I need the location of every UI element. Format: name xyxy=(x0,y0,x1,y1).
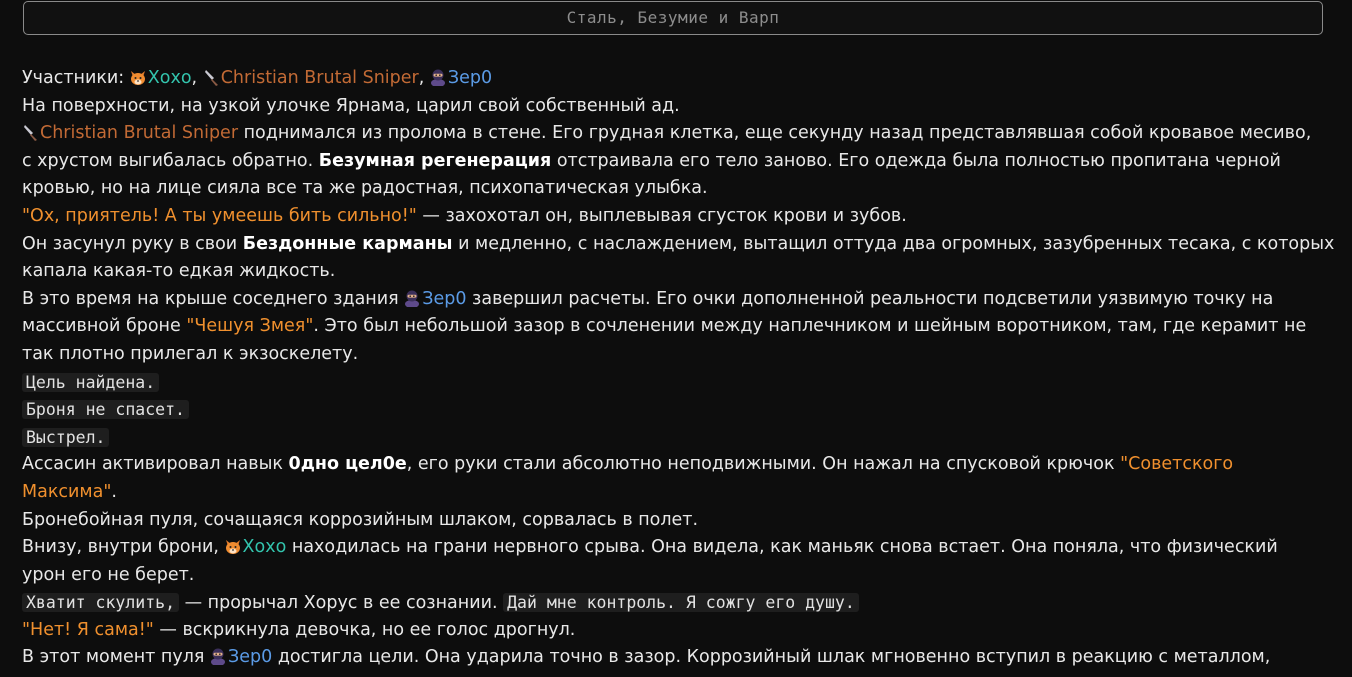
line-text: Он засунул руку в свои xyxy=(22,233,238,254)
paragraph-line: Хватит скулить, — прорычал Хорус в ее со… xyxy=(22,589,1332,617)
paragraph-line: кровью, но на лице сияла все та же радос… xyxy=(22,178,708,199)
ninja-icon xyxy=(430,68,446,86)
character-cbs-mention: Christian Brutal Sniper xyxy=(40,123,239,144)
ninja-icon xyxy=(210,647,226,665)
code-line: Выстрел. xyxy=(22,424,1332,452)
participant-cbs[interactable]: Christian Brutal Sniper xyxy=(203,68,419,88)
code-line: Броня не спасет. xyxy=(22,396,1332,424)
paragraph-line: массивной броне "Чешуя Змея". Это был не… xyxy=(22,313,1332,341)
paragraph-line: Максима". xyxy=(22,479,1332,507)
paragraph-line: Christian Brutal Sniper поднимался из пр… xyxy=(22,120,1332,148)
line-text: завершил расчеты. Его очки дополненной р… xyxy=(472,288,1274,309)
line-text: — вскрикнула девочка, но ее голос дрогну… xyxy=(159,619,576,640)
skill-name: 0дно цел0е xyxy=(288,454,407,475)
skill-name: Безумная регенерация xyxy=(318,150,552,171)
line-text: — захохотал он, выплевывая сгусток крови… xyxy=(422,205,907,226)
participant-zero[interactable]: Зер0 xyxy=(430,68,492,88)
item-name: Максима" xyxy=(22,481,112,502)
line-text: Ассасин активировал навык xyxy=(22,454,283,475)
line-text: находилась на грани нервного срыва. Она … xyxy=(291,537,1278,558)
line-text: массивной броне xyxy=(22,316,181,337)
paragraph-line: с хрустом выгибалась обратно. Безумная р… xyxy=(22,148,1332,176)
item-name: "Советского xyxy=(1120,454,1234,475)
line-text: с хрустом выгибалась обратно. xyxy=(22,150,314,171)
paragraph-line: В это время на крыше соседнего здания Зе… xyxy=(22,286,1332,314)
dialogue-quote: "Нет! Я сама!" xyxy=(22,619,154,640)
character-zero-mention: Зер0 xyxy=(228,647,273,668)
line-text: , его руки стали абсолютно неподвижными.… xyxy=(406,454,1115,475)
line-text: Внизу, внутри брони, xyxy=(22,537,219,558)
inline-code: Цель найдена. xyxy=(22,372,160,392)
participants-label: Участники: xyxy=(22,68,125,88)
line-text: и медленно, с наслаждением, вытащил отту… xyxy=(458,233,1335,254)
separator: , xyxy=(191,68,198,88)
participant-hoho[interactable]: Хохо xyxy=(130,68,192,88)
story-text: Участники: Хохо, Christian Brutal Sniper… xyxy=(22,65,1335,672)
separator: , xyxy=(418,68,425,88)
participants-line: Участники: Хохо, Christian Brutal Sniper… xyxy=(22,65,1332,93)
fox-icon xyxy=(130,68,146,86)
paragraph-line: Внизу, внутри брони, Хохо находилась на … xyxy=(22,534,1332,562)
paragraph-line: На поверхности, на узкой улочке Ярнама, … xyxy=(22,95,680,116)
knife-icon xyxy=(203,68,219,86)
line-text: . Это был небольшой зазор в сочленении м… xyxy=(313,316,1307,337)
chat-title: Сталь, Безумие и Варп xyxy=(566,8,780,28)
paragraph-line: Он засунул руку в свои Бездонные карманы… xyxy=(22,231,1335,259)
fox-icon xyxy=(225,537,241,555)
inline-code: Дай мне контроль. Я сожгу его душу. xyxy=(503,593,859,613)
line-text: В этот момент пуля xyxy=(22,647,205,668)
inline-code: Броня не спасет. xyxy=(22,400,189,420)
paragraph-line: "Ох, приятель! А ты умеешь бить сильно!"… xyxy=(22,203,1332,231)
paragraph-line: Бронебойная пуля, сочащаяся коррозийным … xyxy=(22,509,699,530)
paragraph-line: урон его не берет. xyxy=(22,564,195,585)
paragraph-line: Ассасин активировал навык 0дно цел0е, ег… xyxy=(22,451,1332,479)
paragraph-line: В этот момент пуля Зер0 достигла цели. О… xyxy=(22,644,1332,672)
line-text: . xyxy=(111,481,117,502)
character-hoho-mention: Хохо xyxy=(242,537,287,558)
code-line: Цель найдена. xyxy=(22,369,1332,397)
line-text: — прорычал Хорус в ее сознании. xyxy=(184,593,498,614)
inline-code: Выстрел. xyxy=(22,427,110,447)
inline-code: Хватит скулить, xyxy=(22,593,180,613)
line-text: В это время на крыше соседнего здания xyxy=(22,288,399,309)
dialogue-quote: "Ох, приятель! А ты умеешь бить сильно!" xyxy=(22,205,417,226)
line-text: отстраивала его тело заново. Его одежда … xyxy=(556,150,1281,171)
knife-icon xyxy=(22,123,38,141)
character-zero-mention: Зер0 xyxy=(422,288,467,309)
paragraph-line: "Нет! Я сама!" — вскрикнула девочка, но … xyxy=(22,617,1332,645)
ninja-icon xyxy=(404,289,420,307)
participant-zero-name: Зер0 xyxy=(447,68,493,88)
participant-cbs-name: Christian Brutal Sniper xyxy=(220,68,419,88)
chat-title-bar: Сталь, Безумие и Варп xyxy=(23,1,1323,35)
paragraph-line: так плотно прилегал к экзоскелету. xyxy=(22,343,359,364)
line-text: достигла цели. Она ударила точно в зазор… xyxy=(277,647,1271,668)
skill-name: Бездонные карманы xyxy=(242,233,453,254)
participant-hoho-name: Хохо xyxy=(147,68,192,88)
line-text: поднимался из пролома в стене. Его грудн… xyxy=(243,123,1312,144)
paragraph-line: капала какая-то едкая жидкость. xyxy=(22,261,336,282)
item-name: "Чешуя Змея" xyxy=(186,316,314,337)
